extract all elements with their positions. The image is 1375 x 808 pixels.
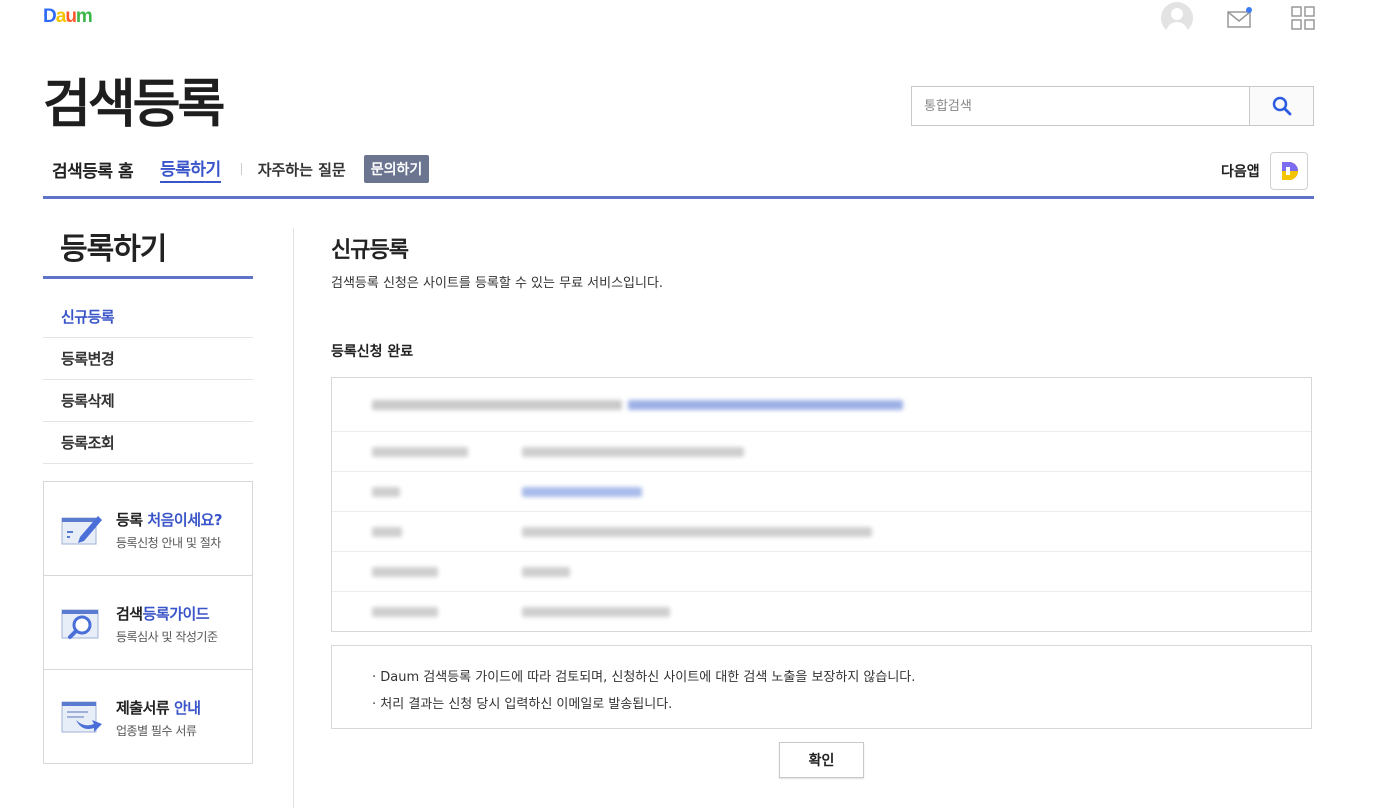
- banner-title-plain: 등록: [116, 511, 148, 529]
- banner-first-time[interactable]: 등록 처음이세요? 등록신청 안내 및 절차: [44, 482, 252, 576]
- blurred-label: [372, 447, 468, 457]
- blurred-label: [372, 567, 438, 577]
- content-description: 검색등록 신청은 사이트를 등록할 수 있는 무료 서비스입니다.: [331, 276, 664, 291]
- sidebar-menu: 신규등록 등록변경 등록삭제 등록조회: [43, 296, 253, 464]
- result-info-row: [332, 432, 1311, 472]
- banner-title: 제출서류 안내: [116, 697, 201, 718]
- blurred-label: [372, 607, 438, 617]
- sidebar-divider: [43, 276, 253, 279]
- notice-line: · 처리 결과는 신청 당시 입력하신 이메일로 발송됩니다.: [372, 697, 673, 712]
- logo-letter-m: m: [75, 6, 93, 27]
- sidebar-item-lookup[interactable]: 등록조회: [43, 422, 253, 464]
- content-title: 신규등록: [331, 238, 409, 263]
- result-info-row: [332, 472, 1311, 512]
- blurred-value: [522, 567, 570, 577]
- daum-logo[interactable]: D a u m: [43, 6, 93, 28]
- magnifier-guide-icon: [61, 609, 99, 639]
- banner-title: 등록 처음이세요?: [116, 509, 223, 530]
- nav-separator: [240, 163, 242, 175]
- column-divider: [293, 228, 294, 808]
- sidebar-item-new-registration[interactable]: 신규등록: [43, 296, 253, 338]
- search-input[interactable]: [912, 87, 1249, 125]
- blurred-message: [372, 400, 622, 410]
- logo-letter-d: D: [43, 6, 57, 27]
- nav-register[interactable]: 등록하기: [160, 155, 221, 183]
- page-title[interactable]: 검색등록: [43, 70, 225, 140]
- nav-home[interactable]: 검색등록 홈: [52, 157, 134, 182]
- banner-subtitle: 등록심사 및 작성기준: [116, 630, 218, 644]
- blurred-label: [372, 527, 402, 537]
- nav-faq[interactable]: 자주하는 질문: [258, 159, 346, 180]
- sidebar-item-change[interactable]: 등록변경: [43, 338, 253, 380]
- banner-title-accent: 안내: [173, 699, 201, 717]
- logo-letter-a: a: [55, 6, 67, 27]
- banner-title: 검색등록가이드: [116, 603, 210, 624]
- blurred-value: [522, 607, 670, 617]
- banner-subtitle: 업종별 필수 서류: [116, 724, 197, 738]
- banner-documents[interactable]: 제출서류 안내 업종별 필수 서류: [44, 670, 252, 763]
- nav-divider: [43, 196, 1314, 199]
- result-message-row: [332, 378, 1311, 432]
- nav-inquiry[interactable]: 문의하기: [363, 155, 430, 183]
- daum-app-icon: [1269, 152, 1308, 190]
- search-icon: [1272, 96, 1291, 116]
- pen-note-icon: [61, 516, 102, 545]
- registration-result-box: [331, 377, 1312, 632]
- banner-title-accent: 등록가이드: [142, 605, 210, 623]
- blurred-label: [372, 487, 400, 497]
- result-info-row: [332, 552, 1311, 592]
- notice-box: · Daum 검색등록 가이드에 따라 검토되며, 신청하신 사이트에 대한 검…: [331, 645, 1312, 729]
- result-info-row: [332, 592, 1311, 632]
- section-title: 등록신청 완료: [331, 344, 414, 360]
- blurred-value: [522, 527, 872, 537]
- document-arrow-icon: [61, 701, 102, 733]
- daum-app-link[interactable]: 다음앱: [1221, 152, 1308, 190]
- banner-subtitle: 등록신청 안내 및 절차: [116, 536, 221, 550]
- banner-title-plain: 제출서류: [116, 699, 174, 717]
- blurred-url: [522, 487, 642, 497]
- confirm-button[interactable]: 확인: [779, 742, 864, 778]
- blurred-value: [522, 447, 744, 457]
- mail-icon[interactable]: [1227, 7, 1253, 29]
- daum-app-label: 다음앱: [1221, 164, 1260, 180]
- sidebar-banners: 등록 처음이세요? 등록신청 안내 및 절차 검색등록가이드 등록심사 및 작성…: [43, 481, 253, 764]
- avatar-body: [1166, 22, 1188, 34]
- notice-line: · Daum 검색등록 가이드에 따라 검토되며, 신청하신 사이트에 대한 검…: [372, 670, 916, 685]
- avatar-head: [1171, 8, 1183, 20]
- user-avatar-icon[interactable]: [1161, 2, 1193, 34]
- search-box: [911, 86, 1314, 126]
- app-grid-icon[interactable]: [1291, 6, 1315, 30]
- logo-letter-u: u: [65, 6, 77, 27]
- search-button[interactable]: [1249, 87, 1313, 125]
- main-nav: 검색등록 홈 등록하기 자주하는 질문 문의하기: [43, 152, 430, 186]
- sidebar-item-delete[interactable]: 등록삭제: [43, 380, 253, 422]
- banner-title-accent: 처음이세요?: [147, 511, 223, 529]
- banner-title-plain: 검색: [116, 605, 143, 623]
- sidebar-title: 등록하기: [60, 232, 167, 267]
- blurred-message-highlight: [628, 400, 903, 410]
- result-info-row: [332, 512, 1311, 552]
- banner-guide[interactable]: 검색등록가이드 등록심사 및 작성기준: [44, 576, 252, 670]
